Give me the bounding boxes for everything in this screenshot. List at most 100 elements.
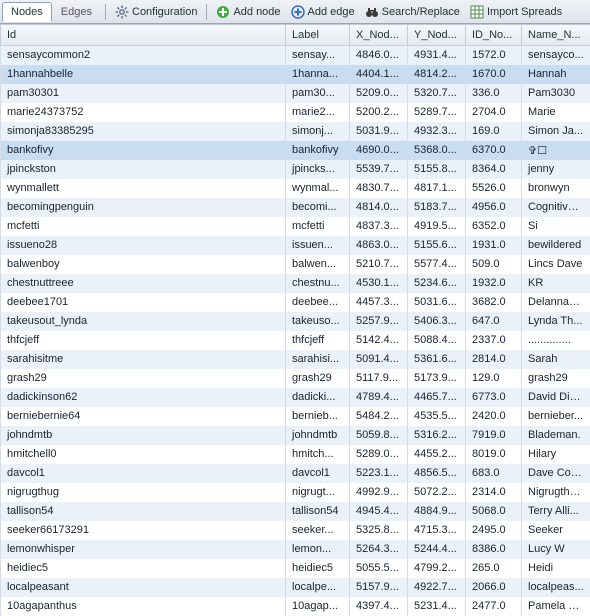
cell-name[interactable]: Simon Ja... [522, 122, 590, 141]
cell-idno[interactable]: 509.0 [466, 255, 522, 274]
table-row[interactable]: heidiec5heidiec55055.5...4799.2...265.0H… [1, 559, 590, 578]
cell-x[interactable]: 4404.1... [350, 65, 408, 84]
table-row[interactable]: 10agapanthus10agap...4397.4...5231.4...2… [1, 597, 590, 616]
cell-idno[interactable]: 169.0 [466, 122, 522, 141]
col-header-x[interactable]: X_Nod... [350, 25, 408, 46]
cell-idno[interactable]: 6370.0 [466, 141, 522, 160]
cell-name[interactable]: Sarah [522, 350, 590, 369]
cell-idno[interactable]: 2066.0 [466, 578, 522, 597]
cell-x[interactable]: 4690.0... [350, 141, 408, 160]
cell-y[interactable]: 4814.2... [408, 65, 466, 84]
table-row[interactable]: seeker66173291seeker...5325.8...4715.3..… [1, 521, 590, 540]
cell-y[interactable]: 4455.2... [408, 445, 466, 464]
cell-y[interactable]: 5183.7... [408, 198, 466, 217]
cell-name[interactable]: sensayco... [522, 46, 590, 65]
cell-id[interactable]: tallison54 [1, 502, 286, 521]
cell-y[interactable]: 4884.9... [408, 502, 466, 521]
import-spreadsheet-button[interactable]: Import Spreads [465, 3, 567, 21]
cell-name[interactable]: .............. [522, 331, 590, 350]
cell-id[interactable]: mcfetti [1, 217, 286, 236]
cell-label[interactable]: 1hanna... [286, 65, 350, 84]
cell-id[interactable]: hmitchell0 [1, 445, 286, 464]
search-replace-button[interactable]: Search/Replace [360, 3, 465, 21]
cell-x[interactable]: 4837.3... [350, 217, 408, 236]
cell-y[interactable]: 4817.1... [408, 179, 466, 198]
cell-label[interactable]: chestnu... [286, 274, 350, 293]
cell-y[interactable]: 5577.4... [408, 255, 466, 274]
cell-label[interactable]: issuen... [286, 236, 350, 255]
cell-name[interactable]: Cognitive ... [522, 198, 590, 217]
cell-x[interactable]: 5117.9... [350, 369, 408, 388]
cell-y[interactable]: 4932.3... [408, 122, 466, 141]
cell-id[interactable]: johndmtb [1, 426, 286, 445]
table-row[interactable]: deebee1701deebee...4457.3...5031.6...368… [1, 293, 590, 312]
cell-label[interactable]: bernieb... [286, 407, 350, 426]
cell-label[interactable]: johndmtb [286, 426, 350, 445]
cell-label[interactable]: lemon... [286, 540, 350, 559]
cell-id[interactable]: sensaycommon2 [1, 46, 286, 65]
cell-label[interactable]: 10agap... [286, 597, 350, 616]
cell-name[interactable]: David Dic... [522, 388, 590, 407]
cell-y[interactable]: 4931.4... [408, 46, 466, 65]
cell-name[interactable]: bronwyn [522, 179, 590, 198]
table-row[interactable]: nigrugthugnigrugt...4992.9...5072.2...23… [1, 483, 590, 502]
table-row[interactable]: simonja83385295simonj...5031.9...4932.3.… [1, 122, 590, 141]
cell-x[interactable]: 5091.4... [350, 350, 408, 369]
cell-idno[interactable]: 2495.0 [466, 521, 522, 540]
col-header-y[interactable]: Y_Nod... [408, 25, 466, 46]
cell-label[interactable]: tallison54 [286, 502, 350, 521]
cell-y[interactable]: 5361.6... [408, 350, 466, 369]
cell-idno[interactable]: 4956.0 [466, 198, 522, 217]
cell-label[interactable]: davcol1 [286, 464, 350, 483]
cell-x[interactable]: 4397.4... [350, 597, 408, 616]
cell-idno[interactable]: 129.0 [466, 369, 522, 388]
table-row[interactable]: becomingpenguinbecomi...4814.0...5183.7.… [1, 198, 590, 217]
cell-x[interactable]: 5200.2... [350, 103, 408, 122]
cell-label[interactable]: seeker... [286, 521, 350, 540]
cell-x[interactable]: 4830.7... [350, 179, 408, 198]
cell-id[interactable]: localpeasant [1, 578, 286, 597]
cell-idno[interactable]: 3682.0 [466, 293, 522, 312]
cell-id[interactable]: issueno28 [1, 236, 286, 255]
cell-label[interactable]: heidiec5 [286, 559, 350, 578]
cell-idno[interactable]: 2314.0 [466, 483, 522, 502]
cell-idno[interactable]: 2337.0 [466, 331, 522, 350]
cell-idno[interactable]: 265.0 [466, 559, 522, 578]
cell-id[interactable]: heidiec5 [1, 559, 286, 578]
cell-id[interactable]: chestnuttreee [1, 274, 286, 293]
cell-id[interactable]: sarahisitme [1, 350, 286, 369]
header-row[interactable]: Id Label X_Nod... Y_Nod... ID_No... Name… [1, 25, 590, 46]
cell-idno[interactable]: 683.0 [466, 464, 522, 483]
cell-idno[interactable]: 1932.0 [466, 274, 522, 293]
cell-id[interactable]: berniebernie64 [1, 407, 286, 426]
cell-x[interactable]: 4814.0... [350, 198, 408, 217]
cell-y[interactable]: 4535.5... [408, 407, 466, 426]
table-row[interactable]: berniebernie64bernieb...5484.2...4535.5.… [1, 407, 590, 426]
cell-x[interactable]: 5210.7... [350, 255, 408, 274]
table-row[interactable]: johndmtbjohndmtb5059.8...5316.2...7919.0… [1, 426, 590, 445]
cell-id[interactable]: marie24373752 [1, 103, 286, 122]
cell-y[interactable]: 4919.5... [408, 217, 466, 236]
cell-y[interactable]: 5231.4... [408, 597, 466, 616]
cell-name[interactable]: grash29 [522, 369, 590, 388]
table-row[interactable]: pam30301pam30...5209.0...5320.7...336.0P… [1, 84, 590, 103]
cell-idno[interactable]: 6773.0 [466, 388, 522, 407]
cell-x[interactable]: 5264.3... [350, 540, 408, 559]
cell-x[interactable]: 5031.9... [350, 122, 408, 141]
table-row[interactable]: bankofivybankofivy4690.0...5368.0...6370… [1, 141, 590, 160]
cell-id[interactable]: 1hannahbelle [1, 65, 286, 84]
cell-name[interactable]: Hilary [522, 445, 590, 464]
cell-name[interactable]: Dave Colli... [522, 464, 590, 483]
cell-x[interactable]: 4530.1... [350, 274, 408, 293]
add-node-button[interactable]: Add node [211, 3, 285, 21]
cell-x[interactable]: 5059.8... [350, 426, 408, 445]
table-row[interactable]: sensaycommon2sensay...4846.0...4931.4...… [1, 46, 590, 65]
cell-label[interactable]: becomi... [286, 198, 350, 217]
cell-y[interactable]: 4922.7... [408, 578, 466, 597]
cell-label[interactable]: dadicki... [286, 388, 350, 407]
cell-label[interactable]: takeuso... [286, 312, 350, 331]
table-row[interactable]: marie24373752marie2...5200.2...5289.7...… [1, 103, 590, 122]
cell-y[interactable]: 5289.7... [408, 103, 466, 122]
cell-x[interactable]: 5325.8... [350, 521, 408, 540]
cell-name[interactable]: bernieber... [522, 407, 590, 426]
